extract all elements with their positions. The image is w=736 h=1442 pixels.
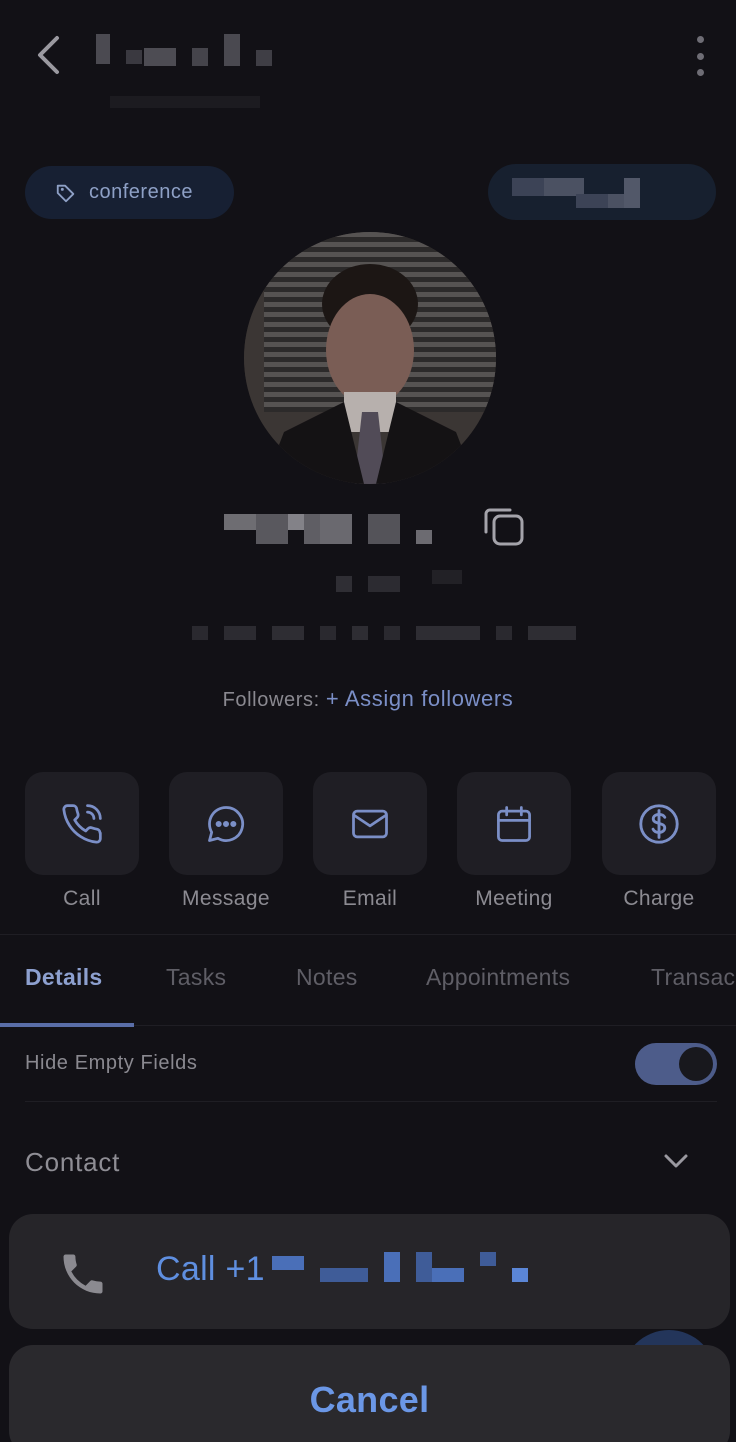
- hide-empty-fields-row: Hide Empty Fields: [25, 1040, 717, 1100]
- back-button[interactable]: [28, 30, 68, 80]
- contact-section-header[interactable]: Contact: [25, 1125, 717, 1195]
- charge-action-tile[interactable]: [602, 772, 716, 875]
- tab-bar: Details Tasks Notes Appointments Transac: [0, 940, 736, 1026]
- assign-followers-link[interactable]: + Assign followers: [326, 686, 514, 711]
- kebab-dot: [696, 69, 704, 76]
- email-action-label: Email: [342, 887, 398, 910]
- dollar-circle-icon: [639, 803, 679, 844]
- mail-icon: [352, 809, 388, 838]
- chevron-left-icon: [38, 36, 59, 74]
- avatar-photo: [244, 232, 496, 484]
- meeting-action-tile[interactable]: [457, 772, 571, 875]
- tag-chip[interactable]: conference: [25, 166, 234, 219]
- toggle-knob: [679, 1047, 713, 1081]
- divider: [25, 1101, 717, 1102]
- copy-icon: [484, 508, 524, 546]
- cancel-label: Cancel: [309, 1379, 430, 1420]
- tag-icon: [56, 184, 75, 202]
- more-options-button[interactable]: [686, 36, 714, 76]
- phone-icon: [63, 1254, 103, 1294]
- message-action[interactable]: Message: [169, 772, 283, 911]
- top-bar: [0, 0, 736, 120]
- email-action[interactable]: Email: [313, 772, 427, 911]
- followers-row: Followers: + Assign followers: [0, 686, 736, 712]
- charge-action-label: Charge: [623, 887, 695, 910]
- tab-appointments[interactable]: Appointments: [426, 964, 570, 991]
- call-action-label: Call: [63, 887, 101, 910]
- followers-label: Followers:: [222, 689, 320, 711]
- charge-action[interactable]: Charge: [602, 772, 716, 911]
- divider: [0, 934, 736, 935]
- chevron-down-icon: [664, 1154, 688, 1168]
- tag-label: conference: [89, 181, 193, 203]
- tab-details[interactable]: Details: [25, 964, 103, 991]
- cancel-button[interactable]: Cancel: [9, 1345, 730, 1442]
- message-action-tile[interactable]: [169, 772, 283, 875]
- email-action-tile[interactable]: [313, 772, 427, 875]
- quick-actions: Call Message Email Meeting Charge: [25, 772, 717, 922]
- copy-name-button[interactable]: [480, 502, 528, 550]
- call-number-label: Call +1: [156, 1250, 265, 1288]
- hide-empty-fields-toggle[interactable]: [635, 1043, 717, 1085]
- owner-chip-redacted[interactable]: [488, 164, 716, 220]
- tab-notes[interactable]: Notes: [296, 964, 358, 991]
- contact-avatar: [244, 232, 496, 484]
- calendar-icon: [497, 805, 531, 842]
- tab-transactions[interactable]: Transac: [651, 964, 735, 991]
- meeting-action-label: Meeting: [475, 887, 553, 910]
- active-tab-indicator: [0, 1023, 134, 1027]
- call-action-tile[interactable]: [25, 772, 139, 875]
- hide-empty-fields-label: Hide Empty Fields: [25, 1052, 198, 1074]
- tab-tasks[interactable]: Tasks: [166, 964, 226, 991]
- message-bubble-icon: [208, 805, 245, 842]
- contact-name-redacted: [0, 500, 736, 560]
- meeting-action[interactable]: Meeting: [457, 772, 571, 911]
- phone-call-icon: [62, 803, 102, 844]
- kebab-dot: [696, 52, 704, 60]
- more-vertical-icon: [696, 36, 704, 43]
- call-action[interactable]: Call: [25, 772, 139, 911]
- message-action-label: Message: [181, 887, 270, 910]
- contact-section-label: Contact: [25, 1147, 121, 1177]
- call-number-option[interactable]: Call +1: [9, 1214, 730, 1329]
